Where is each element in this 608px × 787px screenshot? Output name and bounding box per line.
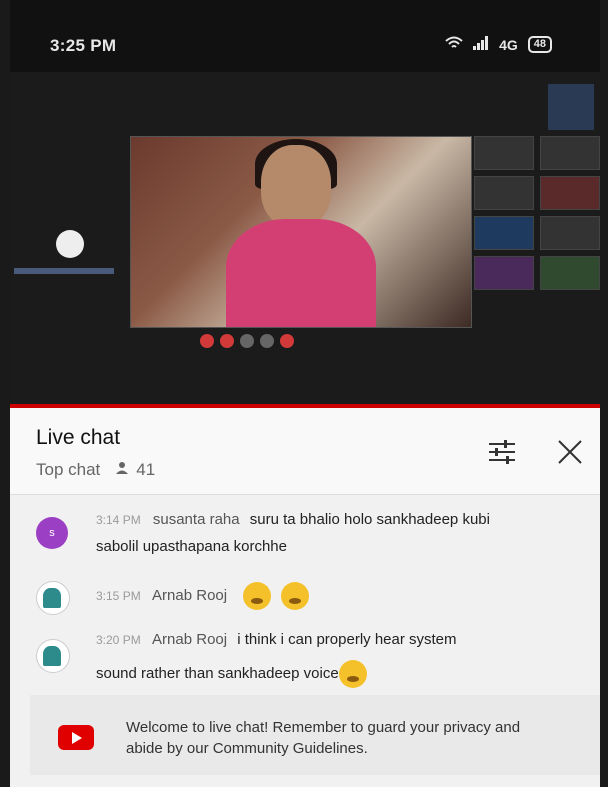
participant-grid <box>474 136 602 290</box>
network-type: 4G <box>499 36 518 53</box>
message-text-continued: sound rather than sankhadeep voice <box>96 665 339 682</box>
viewer-count: 41 <box>114 460 155 480</box>
participant-tile <box>540 256 600 290</box>
main-video-feed <box>130 136 472 328</box>
participant-tile <box>474 136 534 170</box>
message-author[interactable]: susanta raha <box>153 511 240 528</box>
chat-message-line: 3:20 PM Arnab Rooj i think i can properl… <box>96 625 457 655</box>
participant-tile <box>474 256 534 290</box>
person-icon <box>114 460 130 480</box>
chat-subtitle: Top chat 41 <box>36 460 155 480</box>
video-person-scarf <box>226 219 376 327</box>
end-call-icon <box>280 334 294 348</box>
participant-avatar-icon <box>56 230 84 258</box>
message-timestamp: 3:20 PM <box>96 633 141 647</box>
status-icons: 4G 48 <box>445 36 552 53</box>
participant-tile <box>540 216 600 250</box>
tune-icon <box>487 439 517 470</box>
youtube-icon <box>58 725 94 750</box>
viewer-count-value: 41 <box>136 460 156 479</box>
status-bar: 3:25 PM 4G 48 <box>10 0 600 72</box>
avatar[interactable] <box>36 639 70 673</box>
welcome-text: Welcome to live chat! Remember to guard … <box>126 719 521 757</box>
chat-filter-button[interactable] <box>482 434 522 474</box>
message-timestamp: 3:15 PM <box>96 589 141 603</box>
message-text-continued: sabolil upasthapana korchhe <box>96 538 287 555</box>
message-author[interactable]: Arnab Rooj <box>152 587 227 604</box>
wifi-icon <box>445 36 463 53</box>
participant-tile <box>474 176 534 210</box>
participant-tile <box>540 136 600 170</box>
chat-message-line: 3:15 PM Arnab Rooj <box>96 581 310 611</box>
emoji-laughing-icon <box>338 660 367 689</box>
meeting-control-icon <box>260 334 274 348</box>
close-chat-button[interactable] <box>550 434 590 474</box>
participant-name-bar <box>14 268 114 274</box>
participant-tile <box>540 176 600 210</box>
welcome-banner: Welcome to live chat! Remember to guard … <box>30 695 600 775</box>
meeting-control-icon <box>220 334 234 348</box>
message-text: i think i can properly hear system <box>237 631 457 648</box>
emoji-face-icon <box>281 582 310 611</box>
participant-tile-left <box>14 222 114 282</box>
close-icon <box>557 439 583 470</box>
message-author[interactable]: Arnab Rooj <box>152 631 227 648</box>
status-time: 3:25 PM <box>50 36 117 55</box>
avatar[interactable] <box>36 581 70 615</box>
chat-message-line: 3:14 PM susanta raha suru ta bhalio holo… <box>96 505 490 535</box>
chat-message-list[interactable]: s 3:14 PM susanta raha suru ta bhalio ho… <box>10 495 600 787</box>
chat-mode-selector[interactable]: Top chat <box>36 460 100 480</box>
chat-title: Live chat <box>36 426 121 449</box>
emoji-face-icon <box>243 582 272 611</box>
meeting-controls <box>200 334 294 348</box>
chat-header: Live chat Top chat 41 <box>10 408 600 495</box>
screen-edge-right <box>600 0 608 787</box>
meeting-control-icon <box>240 334 254 348</box>
battery-icon: 48 <box>527 36 552 53</box>
meeting-control-icon <box>200 334 214 348</box>
screen-edge-left <box>0 0 10 787</box>
video-person-face <box>261 145 331 227</box>
presenter-logo <box>548 84 594 130</box>
message-text: suru ta bhalio holo sankhadeep kubi <box>249 511 490 528</box>
app-frame: 3:25 PM 4G 48 Live chat Top chat 41 s 3:… <box>0 0 608 787</box>
signal-icon <box>473 36 489 53</box>
message-timestamp: 3:14 PM <box>96 513 141 527</box>
participant-tile <box>474 216 534 250</box>
avatar[interactable]: s <box>36 517 68 549</box>
chat-message-line-2: sound rather than sankhadeep voice <box>96 659 367 689</box>
video-player[interactable] <box>10 72 600 408</box>
